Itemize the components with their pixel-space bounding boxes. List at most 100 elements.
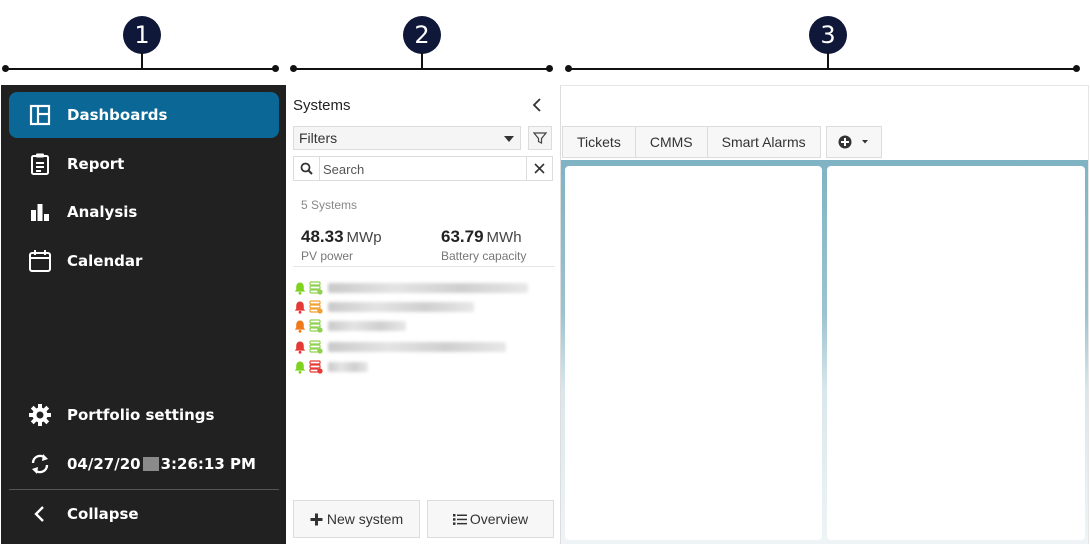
battery-stat: 63.79 MWh Battery capacity — [441, 227, 526, 263]
pv-power-unit: MWp — [346, 229, 382, 246]
search-input[interactable] — [321, 158, 525, 180]
calendar-icon — [27, 248, 53, 274]
redacted-system-name — [328, 342, 506, 352]
search-box — [293, 156, 553, 181]
sidebar-item-dashboards[interactable]: Dashboards — [9, 92, 279, 138]
list-item[interactable] — [293, 298, 555, 316]
pv-power-value: 48.33 — [301, 227, 344, 246]
pv-power-label: PV power — [301, 249, 354, 263]
redacted-system-name — [328, 321, 406, 331]
battery-unit: MWh — [486, 229, 522, 246]
callout-1-dot-left — [2, 65, 9, 72]
gear-icon — [27, 402, 53, 428]
systems-panel: Systems Filters 5 Systems 48.33MWp PV po… — [286, 85, 561, 544]
list-item[interactable] — [293, 338, 555, 356]
battery-value: 63.79 — [441, 227, 484, 246]
caret-down-icon — [862, 140, 868, 144]
stats-divider — [293, 266, 555, 267]
overview-label: Overview — [469, 511, 529, 527]
chevron-left-icon[interactable] — [530, 95, 548, 115]
filters-dropdown[interactable]: Filters — [293, 126, 521, 150]
chevron-left-icon — [27, 501, 53, 527]
callout-2-bracket — [293, 68, 549, 70]
callout-3: 3 — [809, 16, 847, 54]
callout-2-dot-right — [546, 65, 553, 72]
tab-smart-alarms[interactable]: Smart Alarms — [708, 127, 820, 157]
callout-3-stem — [827, 52, 829, 69]
filters-label: Filters — [299, 130, 338, 146]
main-right-border — [1088, 85, 1089, 544]
bell-icon — [294, 282, 306, 295]
filter-button[interactable] — [528, 126, 552, 150]
portfolio-settings-button[interactable]: Portfolio settings — [9, 392, 279, 438]
pv-power-stat: 48.33 MWp PV power — [301, 227, 382, 263]
battery-status-icon — [309, 340, 323, 354]
list-item[interactable] — [293, 358, 555, 376]
battery-label: Battery capacity — [441, 249, 527, 263]
collapse-label: Collapse — [67, 505, 139, 523]
sidebar-item-calendar[interactable]: Calendar — [9, 238, 279, 284]
sidebar-divider — [9, 489, 279, 490]
list-item[interactable] — [293, 317, 555, 335]
callout-1-dot-right — [272, 65, 279, 72]
tab-cmms[interactable]: CMMS — [636, 127, 708, 157]
report-icon — [27, 151, 53, 177]
callout-2: 2 — [403, 16, 441, 54]
bar-chart-icon — [27, 199, 53, 225]
main-top-border — [561, 85, 1089, 86]
new-system-label: New system — [326, 511, 404, 527]
sidebar-item-report[interactable]: Report — [9, 141, 279, 187]
callout-1: 1 — [123, 16, 161, 54]
redacted-system-name — [328, 283, 528, 293]
bell-icon — [294, 341, 306, 354]
search-icon — [294, 157, 320, 180]
callout-1-bracket — [5, 68, 275, 70]
bell-icon — [294, 361, 306, 374]
redacted-system-name — [328, 362, 368, 372]
tab-tickets[interactable]: Tickets — [563, 127, 636, 157]
callout-3-dot-right — [1073, 65, 1080, 72]
refresh-icon — [27, 451, 53, 477]
sidebar-item-label: Dashboards — [67, 106, 168, 124]
callout-3-dot-left — [565, 65, 572, 72]
callout-2-stem — [421, 52, 423, 69]
plus-circle-icon — [838, 135, 852, 149]
list-item[interactable] — [293, 279, 555, 297]
sidebar-item-label: Calendar — [67, 252, 143, 270]
overview-button[interactable]: Overview — [427, 500, 554, 538]
systems-title: Systems — [293, 97, 351, 114]
dashboard-tabs: Tickets CMMS Smart Alarms — [562, 126, 821, 158]
battery-status-icon — [309, 281, 323, 295]
collapse-button[interactable]: Collapse — [9, 491, 279, 537]
callout-2-dot-left — [290, 65, 297, 72]
new-system-button[interactable]: New system — [293, 500, 420, 538]
timestamp-suffix: 3:26:13 PM — [160, 455, 256, 473]
sidebar-item-analysis[interactable]: Analysis — [9, 189, 279, 235]
battery-status-icon — [309, 300, 323, 314]
dashboard-widget-right[interactable] — [827, 166, 1085, 540]
refresh-timestamp[interactable]: 04/27/20 3:26:13 PM — [9, 441, 279, 487]
battery-status-icon — [309, 319, 323, 333]
dashboard-icon — [27, 102, 53, 128]
caret-down-icon — [504, 136, 514, 142]
sidebar-item-label: Analysis — [67, 203, 138, 221]
list-icon — [452, 513, 467, 525]
plus-icon — [310, 513, 323, 525]
funnel-icon — [533, 132, 547, 144]
bell-icon — [294, 301, 306, 314]
dashboard-widget-left[interactable] — [565, 166, 822, 540]
systems-count: 5 Systems — [301, 198, 358, 212]
callout-3-bracket — [568, 68, 1076, 70]
sidebar-item-label: Report — [67, 155, 125, 173]
portfolio-settings-label: Portfolio settings — [67, 406, 215, 424]
close-icon — [534, 163, 545, 174]
battery-status-icon — [309, 360, 323, 374]
callout-1-stem — [141, 52, 143, 69]
bell-icon — [294, 320, 306, 333]
add-dashboard-button[interactable] — [826, 126, 882, 158]
clear-search-button[interactable] — [526, 157, 552, 180]
timestamp-prefix: 04/27/20 — [67, 455, 141, 473]
sidebar: Dashboards Report Analysis Calendar Port… — [1, 85, 286, 544]
redacted-block — [142, 457, 159, 471]
redacted-system-name — [328, 302, 474, 312]
